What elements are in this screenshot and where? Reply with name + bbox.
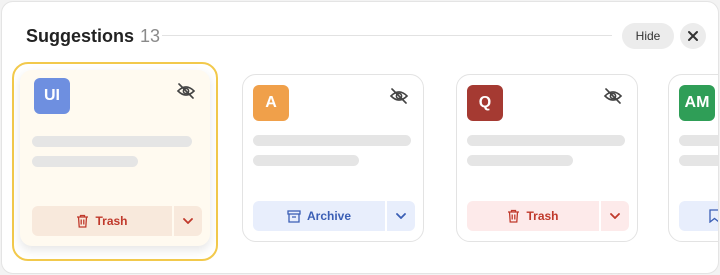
suggestion-card[interactable]: AM [668,74,718,242]
section-title: Suggestions 13 [26,26,160,47]
card-action: Archive [253,201,415,231]
suggestion-card[interactable]: UI Trash [12,62,218,261]
placeholder-line [679,135,718,146]
placeholder-line [467,135,625,146]
trash-icon [508,209,520,223]
avatar: A [253,85,289,121]
suggestion-count: 13 [140,26,161,46]
action-dropdown-button[interactable] [601,201,629,231]
action-dropdown-button[interactable] [174,206,202,236]
placeholder-line [32,136,192,147]
eye-off-icon [603,88,623,104]
hide-suggestion-button[interactable] [603,88,623,109]
placeholder-line [32,156,138,167]
suggestions-panel: Suggestions 13 Hide UI Trash A Archive Q… [1,1,719,274]
hide-suggestion-button[interactable] [389,88,409,109]
close-icon [688,31,698,41]
placeholder-line [253,155,359,166]
avatar: AM [679,85,715,121]
save-button[interactable] [679,201,718,231]
bookmark-icon [709,209,718,223]
avatar: UI [34,78,70,114]
eye-off-icon [389,88,409,104]
action-label: Archive [306,209,352,223]
chevron-down-icon [396,213,406,219]
action-dropdown-button[interactable] [387,201,415,231]
trash-button[interactable]: Trash [467,201,599,231]
chevron-down-icon [610,213,620,219]
suggestion-card[interactable]: Q Trash [456,74,638,242]
archive-button[interactable]: Archive [253,201,385,231]
eye-off-icon [176,83,196,99]
card-action: Trash [32,206,202,236]
section-title-text: Suggestions [26,26,135,46]
placeholder-line [253,135,411,146]
action-label: Trash [526,209,559,223]
trash-button[interactable]: Trash [32,206,172,236]
chevron-down-icon [183,218,193,224]
hide-button[interactable]: Hide [622,23,674,49]
trash-icon [77,214,89,228]
close-button[interactable] [680,23,706,49]
placeholder-line [467,155,573,166]
card-action [679,201,718,231]
card-body: UI Trash [20,70,210,246]
suggestion-card[interactable]: A Archive [242,74,424,242]
placeholder-line [679,155,718,166]
action-label: Trash [95,214,128,228]
suggestions-header: Suggestions 13 Hide [2,2,718,62]
hide-suggestion-button[interactable] [176,83,196,104]
archive-icon [287,209,301,223]
card-action: Trash [467,201,629,231]
header-divider [162,35,612,36]
avatar: Q [467,85,503,121]
